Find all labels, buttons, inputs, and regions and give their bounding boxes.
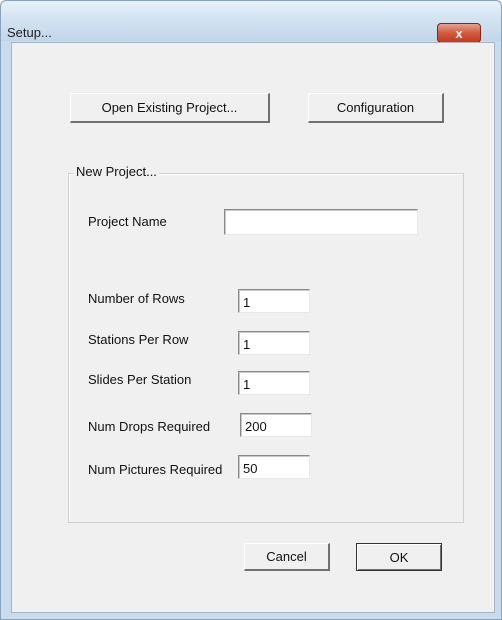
open-existing-project-button[interactable]: Open Existing Project... xyxy=(70,93,270,123)
number-of-rows-label: Number of Rows xyxy=(88,291,185,306)
ok-label: OK xyxy=(389,549,409,565)
num-drops-required-label: Num Drops Required xyxy=(88,419,211,434)
num-pictures-required-input[interactable] xyxy=(238,455,310,479)
dialog-window: Setup... x Open Existing Project... Conf… xyxy=(0,0,502,620)
cancel-label: Cancel xyxy=(266,549,307,564)
slides-per-station-input[interactable] xyxy=(238,371,310,395)
project-name-input[interactable] xyxy=(224,209,418,235)
ok-button[interactable]: OK xyxy=(356,543,442,571)
window-title: Setup... xyxy=(7,25,52,40)
num-drops-required-input[interactable] xyxy=(240,413,312,437)
title-bar[interactable]: Setup... x xyxy=(1,1,501,43)
configuration-label: Configuration xyxy=(336,100,415,115)
slides-per-station-label: Slides Per Station xyxy=(88,372,192,387)
project-name-label: Project Name xyxy=(88,214,167,229)
num-pictures-required-label: Num Pictures Required xyxy=(88,462,223,477)
close-button[interactable]: x xyxy=(437,23,481,43)
stations-per-row-label: Stations Per Row xyxy=(88,332,189,347)
open-existing-project-label: Open Existing Project... xyxy=(101,100,238,115)
stations-per-row-input[interactable] xyxy=(238,331,310,355)
new-project-legend: New Project... xyxy=(74,164,159,179)
close-icon: x xyxy=(455,26,463,41)
number-of-rows-input[interactable] xyxy=(238,289,310,313)
dialog-client-area: Open Existing Project... Configuration N… xyxy=(11,42,495,613)
configuration-button[interactable]: Configuration xyxy=(308,93,444,123)
cancel-button[interactable]: Cancel xyxy=(244,543,330,571)
